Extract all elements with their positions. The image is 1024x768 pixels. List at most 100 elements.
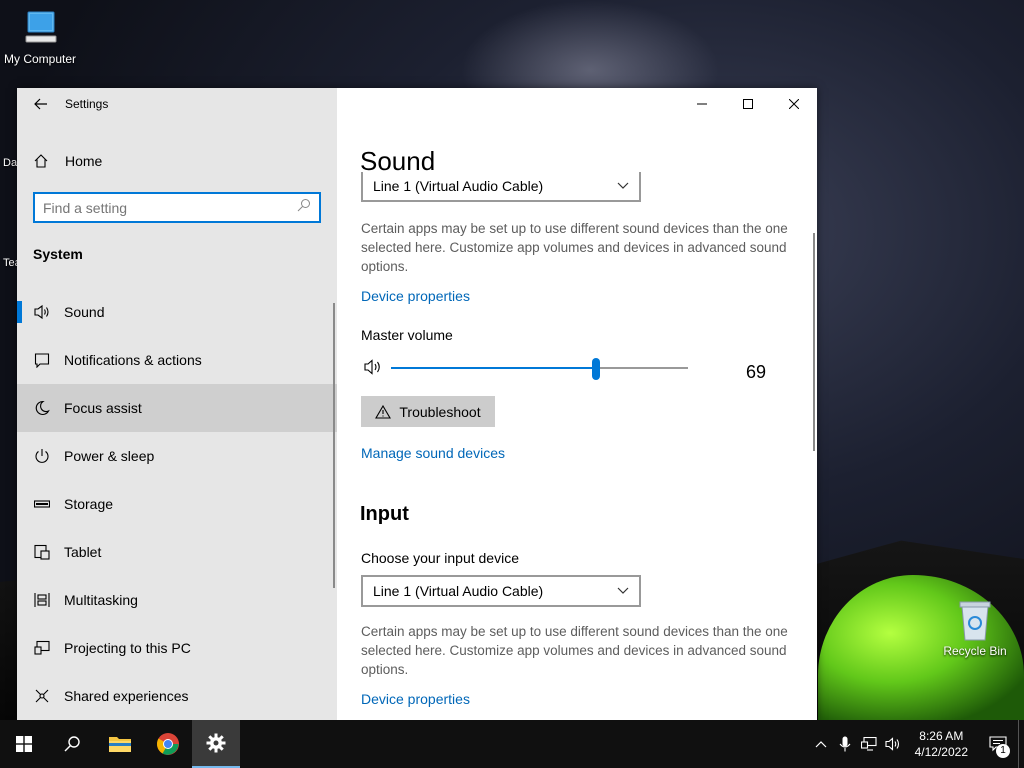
settings-window: Settings Home System Sound	[17, 88, 817, 720]
sidebar-item-label: Focus assist	[64, 400, 142, 416]
sidebar-scrollbar[interactable]	[333, 303, 335, 588]
sidebar-item-label: Sound	[64, 304, 105, 320]
back-arrow-icon	[34, 98, 47, 110]
sidebar-item-storage[interactable]: Storage	[17, 480, 337, 528]
system-tray: 8:26 AM 4/12/2022 1	[809, 720, 1024, 768]
network-icon	[860, 737, 877, 751]
clock-time: 8:26 AM	[919, 729, 964, 743]
warning-icon	[375, 404, 392, 419]
sidebar-item-label: Multitasking	[64, 592, 138, 608]
desktop-icon-my-computer[interactable]: My Computer	[0, 8, 80, 66]
manage-sound-devices-link[interactable]: Manage sound devices	[361, 445, 505, 461]
slider-thumb[interactable]	[591, 358, 600, 380]
shared-icon	[33, 687, 51, 705]
close-button[interactable]	[771, 88, 817, 120]
clock[interactable]: 8:26 AM 4/12/2022	[905, 728, 978, 760]
minimize-button[interactable]	[679, 88, 725, 120]
search-button[interactable]	[48, 720, 96, 768]
recycle-bin-icon	[955, 600, 995, 641]
sidebar-item-label: Projecting to this PC	[64, 640, 191, 656]
network-tray-button[interactable]	[857, 720, 881, 768]
search-input[interactable]	[43, 199, 297, 216]
master-volume-label: Master volume	[361, 327, 453, 343]
output-device-properties-link[interactable]: Device properties	[361, 288, 470, 304]
sidebar-item-projecting[interactable]: Projecting to this PC	[17, 624, 337, 672]
chevron-up-icon	[815, 741, 827, 748]
storage-icon	[33, 495, 51, 513]
volume-value: 69	[746, 362, 767, 382]
chevron-down-icon	[617, 587, 629, 594]
computer-icon	[20, 8, 60, 48]
multitasking-icon	[33, 591, 51, 609]
sidebar: Settings Home System Sound	[17, 88, 337, 720]
input-device-properties-link[interactable]: Device properties	[361, 691, 470, 707]
master-volume-slider[interactable]	[391, 358, 688, 380]
windows-logo-icon	[16, 736, 32, 752]
close-icon	[789, 99, 799, 109]
window-controls	[679, 88, 817, 120]
content-pane: Sound Line 1 (Virtual Audio Cable) Certa…	[337, 88, 817, 720]
file-explorer-button[interactable]	[96, 720, 144, 768]
volume-tray-button[interactable]	[881, 720, 905, 768]
search-icon	[64, 736, 80, 752]
sidebar-item-tablet[interactable]: Tablet	[17, 528, 337, 576]
notification-count-badge: 1	[996, 744, 1010, 758]
sidebar-item-focus-assist[interactable]: Focus assist	[17, 384, 337, 432]
desktop-icon-label: Recycle Bin	[943, 644, 1007, 658]
clock-date: 4/12/2022	[914, 745, 968, 759]
input-description: Certain apps may be set up to use differ…	[361, 624, 788, 677]
chrome-button[interactable]	[144, 720, 192, 768]
show-desktop-button[interactable]	[1018, 720, 1024, 768]
maximize-button[interactable]	[725, 88, 771, 120]
start-button[interactable]	[0, 720, 48, 768]
chevron-down-icon	[617, 182, 629, 189]
folder-icon	[109, 737, 131, 752]
sidebar-item-label: Shared experiences	[64, 688, 189, 704]
settings-taskbar-button[interactable]	[192, 720, 240, 768]
minimize-icon	[697, 103, 707, 105]
output-device-value: Line 1 (Virtual Audio Cable)	[373, 178, 544, 194]
title-bar[interactable]: Settings	[17, 88, 337, 120]
projecting-icon	[33, 639, 51, 657]
slider-fill	[391, 367, 596, 369]
message-icon	[33, 351, 51, 369]
sidebar-item-label: Tablet	[64, 544, 102, 560]
power-icon	[33, 447, 51, 465]
input-device-dropdown[interactable]: Line 1 (Virtual Audio Cable)	[361, 575, 641, 607]
input-device-label: Choose your input device	[361, 550, 519, 566]
action-center-button[interactable]: 1	[978, 720, 1018, 768]
desktop-icon-recycle-bin[interactable]: Recycle Bin	[935, 600, 1015, 658]
search-icon[interactable]	[297, 198, 311, 217]
maximize-icon	[743, 99, 753, 109]
volume-icon[interactable]	[363, 358, 383, 381]
sidebar-item-label: Storage	[64, 496, 114, 512]
sidebar-nav: Sound Notifications & actions Focus assi…	[17, 288, 337, 720]
sidebar-item-power-sleep[interactable]: Power & sleep	[17, 432, 337, 480]
output-device-dropdown[interactable]: Line 1 (Virtual Audio Cable)	[361, 172, 641, 202]
input-device-value: Line 1 (Virtual Audio Cable)	[373, 583, 544, 599]
moon-icon	[33, 399, 51, 417]
sidebar-item-label: Notifications & actions	[64, 352, 202, 368]
microphone-tray-button[interactable]	[833, 720, 857, 768]
speaker-icon	[885, 737, 899, 751]
back-button[interactable]	[17, 88, 65, 120]
search-box[interactable]	[33, 192, 321, 223]
sidebar-item-notifications[interactable]: Notifications & actions	[17, 336, 337, 384]
desktop-icon-label: My Computer	[3, 52, 77, 66]
desktop-partial-label: Da	[3, 157, 18, 169]
troubleshoot-button[interactable]: Troubleshoot	[361, 396, 495, 427]
input-section-title: Input	[360, 503, 409, 525]
sidebar-item-shared-experiences[interactable]: Shared experiences	[17, 672, 337, 720]
tablet-icon	[33, 543, 51, 561]
speaker-icon	[33, 303, 51, 321]
sidebar-item-sound[interactable]: Sound	[17, 288, 337, 336]
output-description: Certain apps may be set up to use differ…	[361, 221, 788, 274]
home-button[interactable]: Home	[17, 144, 337, 178]
section-label-system: System	[33, 246, 83, 262]
gear-icon	[206, 733, 226, 753]
sidebar-item-multitasking[interactable]: Multitasking	[17, 576, 337, 624]
sidebar-item-label: Power & sleep	[64, 448, 155, 464]
content-scrollbar[interactable]	[813, 233, 815, 451]
tray-overflow-button[interactable]	[809, 720, 833, 768]
home-label: Home	[65, 153, 103, 169]
